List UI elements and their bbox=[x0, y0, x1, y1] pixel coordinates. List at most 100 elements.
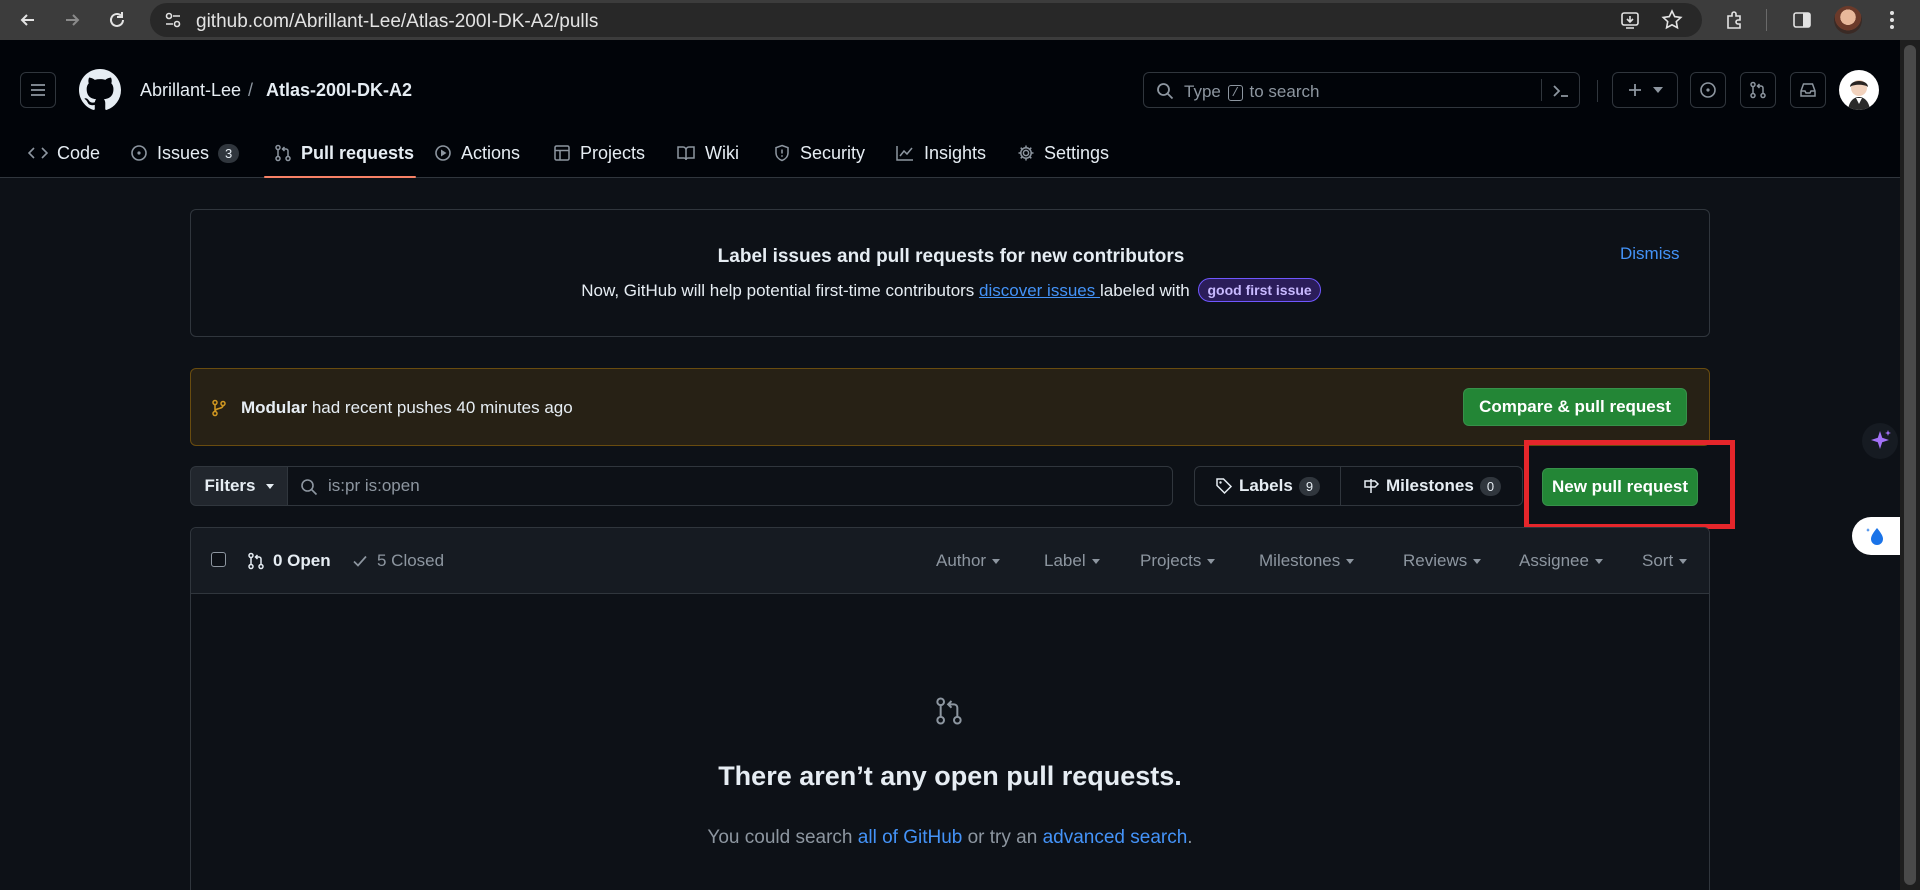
git-branch-icon bbox=[211, 399, 227, 417]
graph-icon bbox=[895, 144, 915, 162]
user-avatar[interactable] bbox=[1839, 70, 1879, 110]
tab-label: Code bbox=[57, 142, 101, 163]
site-info-icon[interactable] bbox=[164, 11, 182, 29]
search-placeholder: Type / to search bbox=[1184, 82, 1320, 101]
more-menu-icon[interactable] bbox=[1880, 8, 1904, 32]
tab-wiki[interactable]: Wiki bbox=[676, 128, 739, 178]
filter-input[interactable] bbox=[328, 473, 1148, 499]
filter-search-field[interactable] bbox=[287, 466, 1173, 506]
tab-security[interactable]: Security bbox=[773, 128, 865, 178]
profile-avatar[interactable] bbox=[1834, 6, 1862, 34]
banner-title: Label issues and pull requests for new c… bbox=[717, 246, 1185, 267]
search-icon bbox=[300, 478, 318, 496]
empty-text: or try an bbox=[962, 827, 1043, 848]
menu-label: Milestones bbox=[1259, 551, 1341, 570]
dismiss-button[interactable]: Dismiss bbox=[1620, 244, 1680, 264]
issues-button[interactable] bbox=[1690, 72, 1726, 108]
plus-icon bbox=[1629, 84, 1641, 96]
closed-filter[interactable]: 5 Closed bbox=[351, 551, 444, 571]
chevron-down-icon bbox=[1679, 558, 1688, 564]
assignee-menu[interactable]: Assignee bbox=[1519, 551, 1603, 571]
branch-name[interactable]: Modular bbox=[241, 398, 307, 417]
breadcrumb-repo[interactable]: Atlas-200I-DK-A2 bbox=[266, 80, 412, 101]
reload-icon[interactable] bbox=[103, 6, 131, 34]
address-bar[interactable]: github.com/Abrillant-Lee/Atlas-200I-DK-A… bbox=[150, 3, 1702, 37]
push-text: had recent pushes 40 minutes ago bbox=[307, 398, 573, 417]
push-message: Modular had recent pushes 40 minutes ago bbox=[241, 398, 573, 418]
pull-request-list: 0 Open 5 Closed Author Label Projects Mi… bbox=[190, 527, 1710, 890]
chevron-down-icon bbox=[992, 558, 1001, 564]
tab-label: Pull requests bbox=[301, 142, 415, 163]
menu-button[interactable] bbox=[20, 72, 56, 108]
pull-requests-button[interactable] bbox=[1740, 72, 1776, 108]
filter-bar: Filters Labels 9 Milestones 0 New pull r… bbox=[190, 466, 1710, 506]
labels-count: 9 bbox=[1298, 476, 1321, 496]
compare-pull-request-button[interactable]: Compare & pull request bbox=[1463, 388, 1687, 426]
advanced-search-link[interactable]: advanced search bbox=[1043, 827, 1188, 848]
tab-settings[interactable]: Settings bbox=[1017, 128, 1109, 178]
tab-label: Wiki bbox=[705, 142, 739, 163]
label-menu[interactable]: Label bbox=[1044, 551, 1100, 571]
copilot-sparkle-icon[interactable] bbox=[1862, 423, 1898, 459]
discover-issues-link[interactable]: discover issues bbox=[979, 281, 1100, 300]
menu-label: Sort bbox=[1642, 551, 1674, 570]
global-search[interactable]: Type / to search bbox=[1143, 72, 1580, 108]
issue-opened-icon bbox=[1700, 82, 1716, 98]
tab-issues[interactable]: Issues 3 bbox=[130, 128, 240, 178]
tab-label: Projects bbox=[580, 142, 646, 163]
menu-label: Author bbox=[936, 551, 987, 570]
contributors-banner: Label issues and pull requests for new c… bbox=[190, 209, 1710, 337]
open-filter[interactable]: 0 Open bbox=[247, 551, 331, 571]
all-of-github-link[interactable]: all of GitHub bbox=[858, 827, 963, 848]
empty-text: . bbox=[1187, 827, 1193, 848]
labels-label: Labels bbox=[1238, 476, 1293, 495]
tab-projects[interactable]: Projects bbox=[553, 128, 645, 178]
milestones-menu[interactable]: Milestones bbox=[1259, 551, 1355, 571]
empty-state-title: There aren’t any open pull requests. bbox=[718, 761, 1182, 791]
code-icon bbox=[28, 145, 48, 161]
breadcrumb-owner[interactable]: Abrillant-Lee bbox=[140, 80, 241, 101]
chevron-down-icon bbox=[265, 483, 274, 489]
github-logo-icon[interactable] bbox=[79, 69, 121, 111]
menu-label: Reviews bbox=[1403, 551, 1468, 570]
menu-label: Projects bbox=[1140, 551, 1202, 570]
side-panel-icon[interactable] bbox=[1790, 8, 1814, 32]
empty-state-body: You could search all of GitHub or try an… bbox=[191, 827, 1709, 849]
select-all-checkbox[interactable] bbox=[211, 552, 226, 567]
search-divider bbox=[1541, 79, 1542, 101]
sort-menu[interactable]: Sort bbox=[1642, 551, 1688, 571]
back-icon[interactable] bbox=[14, 6, 42, 34]
url-text[interactable]: github.com/Abrillant-Lee/Atlas-200I-DK-A… bbox=[196, 11, 598, 33]
browser-toolbar: github.com/Abrillant-Lee/Atlas-200I-DK-A… bbox=[0, 0, 1920, 40]
install-app-icon[interactable] bbox=[1618, 8, 1642, 32]
scrollbar-thumb[interactable] bbox=[1904, 45, 1916, 885]
chevron-down-icon bbox=[1653, 87, 1663, 93]
filters-button[interactable]: Filters bbox=[190, 466, 288, 506]
menu-label: Label bbox=[1044, 551, 1086, 570]
good-first-issue-label[interactable]: good first issue bbox=[1198, 278, 1321, 302]
table-icon bbox=[553, 144, 571, 162]
milestones-button[interactable]: Milestones 0 bbox=[1340, 466, 1523, 506]
milestones-label: Milestones bbox=[1385, 476, 1474, 495]
tab-label: Actions bbox=[461, 142, 521, 163]
extension-drop-icon[interactable] bbox=[1852, 517, 1900, 555]
reviews-menu[interactable]: Reviews bbox=[1403, 551, 1482, 571]
forward-icon[interactable] bbox=[58, 6, 86, 34]
filters-label: Filters bbox=[204, 476, 256, 495]
tab-actions[interactable]: Actions bbox=[434, 128, 520, 178]
labels-button[interactable]: Labels 9 bbox=[1194, 466, 1341, 506]
inbox-icon bbox=[1800, 83, 1816, 97]
tab-label: Security bbox=[800, 142, 866, 163]
tab-insights[interactable]: Insights bbox=[895, 128, 986, 178]
create-new-button[interactable] bbox=[1612, 72, 1678, 108]
inbox-button[interactable] bbox=[1790, 72, 1826, 108]
extensions-icon[interactable] bbox=[1723, 8, 1747, 32]
milestone-icon bbox=[1364, 479, 1380, 493]
issue-icon bbox=[130, 144, 148, 162]
tab-pull-requests[interactable]: Pull requests bbox=[274, 128, 414, 178]
author-menu[interactable]: Author bbox=[936, 551, 1001, 571]
projects-menu[interactable]: Projects bbox=[1140, 551, 1216, 571]
command-palette-icon[interactable] bbox=[1552, 82, 1570, 100]
bookmark-star-icon[interactable] bbox=[1660, 8, 1684, 32]
tab-code[interactable]: Code bbox=[28, 128, 100, 178]
